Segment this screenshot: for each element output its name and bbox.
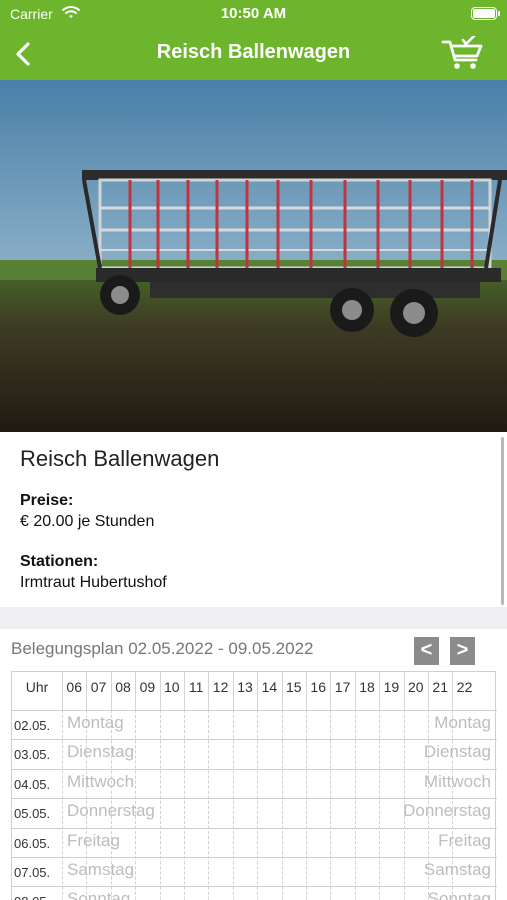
row-day-label: Montag (67, 713, 124, 732)
hour-header: 08 (115, 679, 131, 695)
hour-header: 12 (212, 679, 229, 695)
shopping-cart-icon (441, 34, 483, 69)
row-date: 03.05. (14, 747, 51, 763)
price-value: € 20.00 je Stunden (20, 513, 155, 530)
row-date: 07.05. (14, 865, 51, 880)
hour-header: 10 (164, 679, 180, 695)
row-date: 06.05. (14, 835, 51, 851)
station-value: Irmtraut Hubertushof (20, 574, 167, 591)
hour-header: 18 (359, 679, 375, 695)
row-day-label-right: Freitag (438, 830, 491, 850)
day-row[interactable]: 06.05. Freitag Freitag (12, 828, 497, 857)
hour-header-divider (232, 672, 234, 710)
row-day-label: Donnerstag (67, 801, 155, 821)
day-row[interactable]: 02.05. Montag Montag (12, 710, 497, 739)
hour-header-divider (257, 672, 259, 710)
hour-header: 06 (66, 679, 82, 695)
row-day-label: Dienstag (67, 742, 135, 762)
hour-header: 20 (408, 679, 424, 695)
hour-header: 22 (456, 679, 473, 695)
battery-icon (471, 7, 500, 20)
hour-header-divider (306, 672, 307, 710)
row-day-label-right: Dienstag (423, 742, 491, 762)
hour-header-divider (208, 672, 210, 710)
product-photo (0, 80, 507, 432)
previous-week-button[interactable]: < (414, 637, 439, 665)
row-day-label-right: Mittwoch (423, 771, 491, 791)
row-date: 04.05. (14, 776, 51, 792)
hour-header: 15 (286, 679, 302, 695)
booking-plan: Belegungsplan 02.05.2022 - 09.05.2022 < … (0, 629, 507, 900)
hour-header: 19 (383, 679, 400, 695)
day-row[interactable]: 05.05. Donnerstag Donnerstag (12, 798, 497, 827)
hour-header: 14 (261, 679, 278, 695)
hour-header-divider (86, 672, 88, 710)
hour-header-divider (354, 672, 356, 710)
prices-label: Preise: (20, 492, 74, 509)
row-day-label: Samstag (67, 860, 135, 879)
hour-header: 17 (334, 679, 351, 695)
hour-header: 09 (139, 679, 156, 695)
row-day-label: Sonntag (67, 889, 131, 900)
hour-header: 07 (90, 679, 107, 695)
hour-header-divider (184, 672, 185, 710)
navigation-bar: Reisch Ballenwagen (0, 28, 507, 80)
row-day-label-right: Samstag (423, 860, 491, 879)
scrollbar[interactable] (501, 437, 504, 605)
status-time: 10:50 AM (220, 5, 287, 22)
section-separator (0, 607, 507, 629)
row-date: 05.05. (14, 806, 51, 822)
cart-button[interactable] (441, 34, 485, 72)
booking-plan-title: Belegungsplan 02.05.2022 - 09.05.2022 (11, 639, 314, 658)
product-title: Reisch Ballenwagen (20, 446, 220, 471)
day-row[interactable]: 03.05. Dienstag Dienstag (12, 739, 497, 768)
hour-header: 11 (188, 679, 204, 695)
hour-header: 21 (432, 679, 448, 695)
hour-header: 16 (310, 679, 326, 695)
hour-header-divider (452, 672, 454, 710)
row-day-label: Mittwoch (67, 771, 135, 791)
row-date: 02.05. (14, 718, 51, 733)
booking-grid: Uhr 06 07 08 09 10 11 12 13 14 15 16 17 18 19 20 21 22 02.… (11, 671, 497, 900)
row-date: 08.05. (12, 894, 62, 900)
hour-column-header: Uhr (25, 679, 49, 695)
day-row[interactable]: 08.05. Sonntag Sonntag (12, 886, 497, 900)
hour-header-divider (110, 672, 112, 710)
next-week-button[interactable]: > (450, 637, 475, 665)
hour-header-divider (135, 672, 137, 710)
day-row[interactable]: 07.05. Samstag Samstag (12, 857, 497, 886)
hour-header-divider (159, 672, 161, 710)
row-day-label-right: Sonntag (427, 889, 491, 900)
row-day-label-right: Donnerstag (403, 801, 491, 821)
row-day-label: Freitag (67, 830, 120, 850)
product-info: Reisch Ballenwagen Preise: € 20.00 je St… (0, 432, 507, 607)
page-title: Reisch Ballenwagen (156, 41, 351, 63)
hour-header: 13 (237, 679, 253, 695)
hour-header-divider (379, 672, 381, 710)
stations-label: Stationen: (20, 553, 99, 570)
hour-header-divider (330, 672, 332, 710)
hour-header-divider (428, 672, 429, 710)
hour-header-divider (281, 672, 283, 710)
hour-header-divider (62, 672, 63, 710)
status-bar: Carrier 10:50 AM (0, 0, 507, 28)
row-day-label-right: Montag (434, 713, 491, 732)
hour-header-divider (403, 672, 405, 710)
day-row[interactable]: 04.05. Mittwoch Mittwoch (12, 769, 497, 798)
